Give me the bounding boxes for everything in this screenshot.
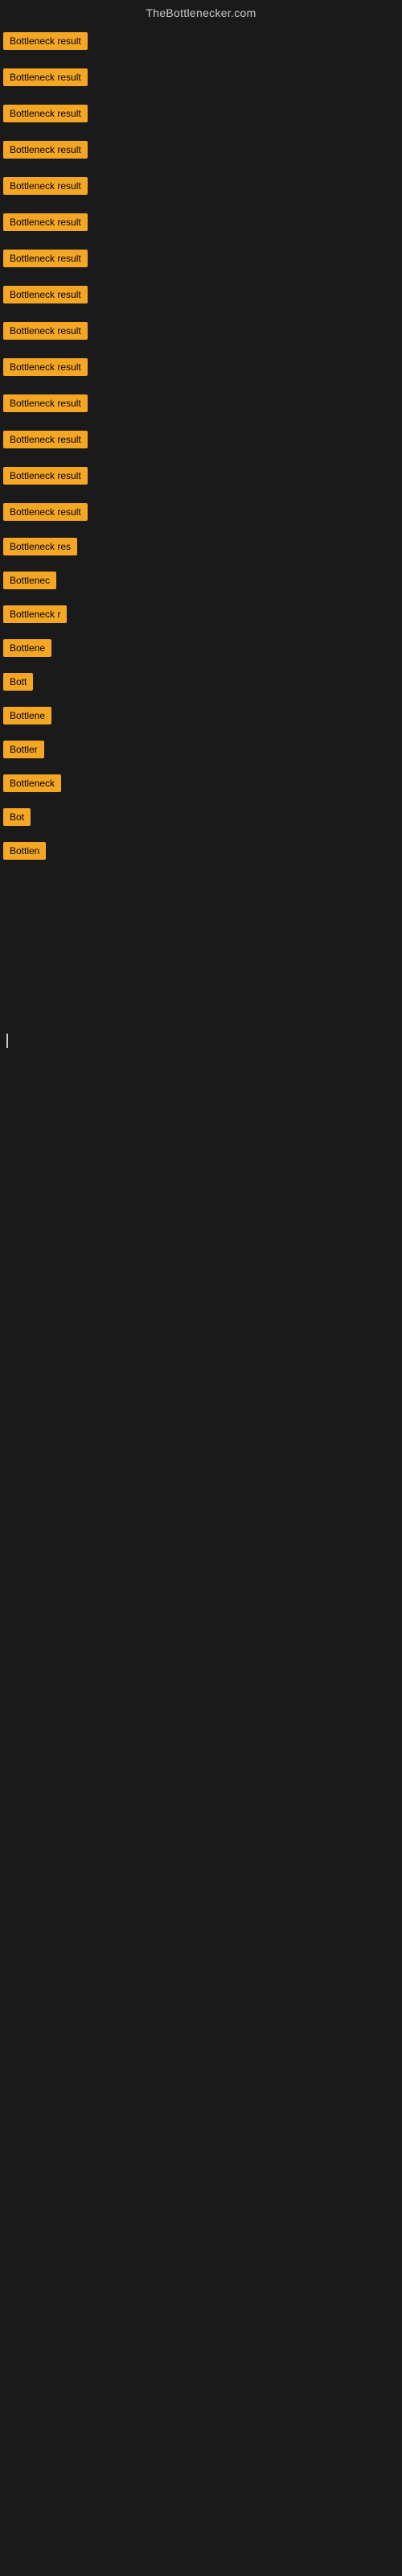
- list-item: Bottleneck result: [0, 349, 402, 385]
- bottleneck-badge[interactable]: Bottleneck result: [3, 32, 88, 50]
- bottleneck-badge[interactable]: Bottleneck result: [3, 394, 88, 412]
- list-item: Bottlene: [0, 631, 402, 665]
- list-item: Bot: [0, 800, 402, 834]
- list-item: Bottleneck res: [0, 530, 402, 564]
- items-container: Bottleneck result Bottleneck result Bottle…: [0, 23, 402, 868]
- bottleneck-badge[interactable]: Bottleneck r: [3, 605, 67, 623]
- bottleneck-badge[interactable]: Bottler: [3, 741, 44, 758]
- list-item: Bottleneck r: [0, 597, 402, 631]
- list-item: Bottleneck result: [0, 385, 402, 421]
- list-item: Bottleneck result: [0, 493, 402, 530]
- bottleneck-badge[interactable]: Bottleneck result: [3, 177, 88, 195]
- list-item: Bottleneck result: [0, 276, 402, 312]
- bottleneck-badge[interactable]: Bottleneck result: [3, 358, 88, 376]
- bottleneck-badge[interactable]: Bottleneck result: [3, 250, 88, 267]
- list-item: Bottlen: [0, 834, 402, 868]
- page-wrapper: TheBottlenecker.com Bottleneck resultBot…: [0, 0, 402, 2576]
- list-item: Bottleneck result: [0, 421, 402, 457]
- list-item: Bottleneck result: [0, 204, 402, 240]
- list-item: Bottlene: [0, 699, 402, 733]
- bottleneck-badge[interactable]: Bottleneck result: [3, 322, 88, 340]
- bottleneck-badge[interactable]: Bottleneck: [3, 774, 61, 792]
- bottleneck-badge[interactable]: Bot: [3, 808, 31, 826]
- list-item: Bottler: [0, 733, 402, 766]
- list-item: Bottleneck result: [0, 312, 402, 349]
- bottleneck-badge[interactable]: Bottleneck result: [3, 503, 88, 521]
- bottleneck-badge[interactable]: Bottlen: [3, 842, 46, 860]
- empty-section: [0, 868, 402, 1029]
- bottleneck-badge[interactable]: Bottlenec: [3, 572, 56, 589]
- bottleneck-badge[interactable]: Bottlene: [3, 707, 51, 724]
- bottleneck-badge[interactable]: Bottleneck result: [3, 286, 88, 303]
- list-item: Bottleneck result: [0, 23, 402, 59]
- bottleneck-badge[interactable]: Bottleneck result: [3, 141, 88, 159]
- list-item: Bottleneck result: [0, 131, 402, 167]
- site-title: TheBottlenecker.com: [0, 0, 402, 23]
- bottleneck-badge[interactable]: Bottleneck result: [3, 68, 88, 86]
- bottleneck-badge[interactable]: Bottleneck result: [3, 105, 88, 122]
- list-item: Bottlenec: [0, 564, 402, 597]
- bottleneck-badge[interactable]: Bott: [3, 673, 33, 691]
- list-item: Bottleneck result: [0, 59, 402, 95]
- bottleneck-badge[interactable]: Bottleneck result: [3, 467, 88, 485]
- list-item: Bottleneck: [0, 766, 402, 800]
- bottleneck-badge[interactable]: Bottleneck res: [3, 538, 77, 555]
- list-item: Bott: [0, 665, 402, 699]
- list-item: Bottleneck result: [0, 457, 402, 493]
- bottleneck-badge[interactable]: Bottleneck result: [3, 213, 88, 231]
- bottom-section: [0, 1053, 402, 1616]
- cursor-indicator: [3, 1029, 402, 1053]
- list-item: Bottleneck result: [0, 95, 402, 131]
- text-cursor: [6, 1034, 8, 1048]
- list-item: Bottleneck result: [0, 167, 402, 204]
- bottleneck-badge[interactable]: Bottleneck result: [3, 431, 88, 448]
- bottleneck-badge[interactable]: Bottlene: [3, 639, 51, 657]
- list-item: Bottleneck result: [0, 240, 402, 276]
